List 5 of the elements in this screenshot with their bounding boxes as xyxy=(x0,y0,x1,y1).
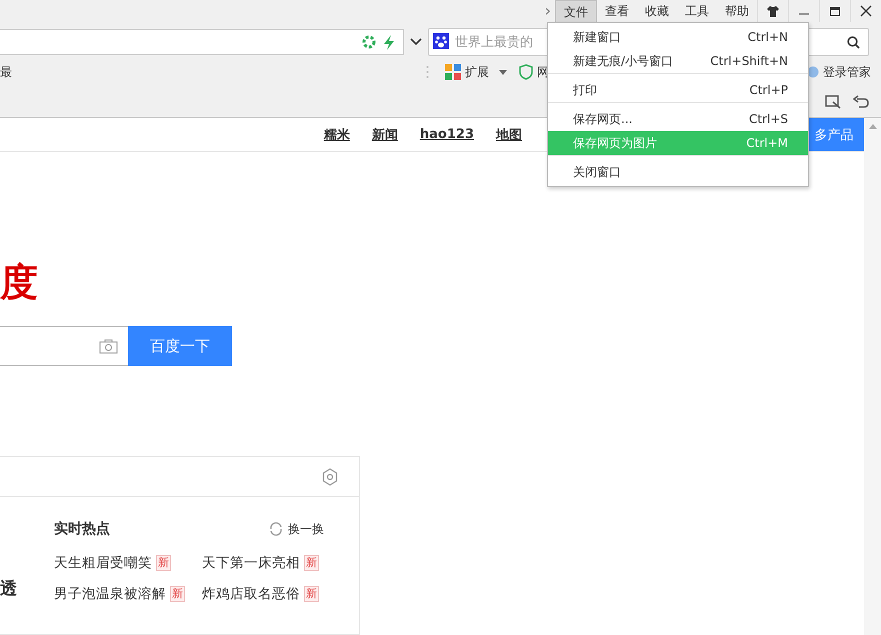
new-badge: 新 xyxy=(170,586,185,602)
new-badge: 新 xyxy=(304,555,319,571)
new-badge: 新 xyxy=(156,555,171,571)
new-badge: 新 xyxy=(304,586,319,602)
hot-title: 实时热点 xyxy=(54,520,110,538)
